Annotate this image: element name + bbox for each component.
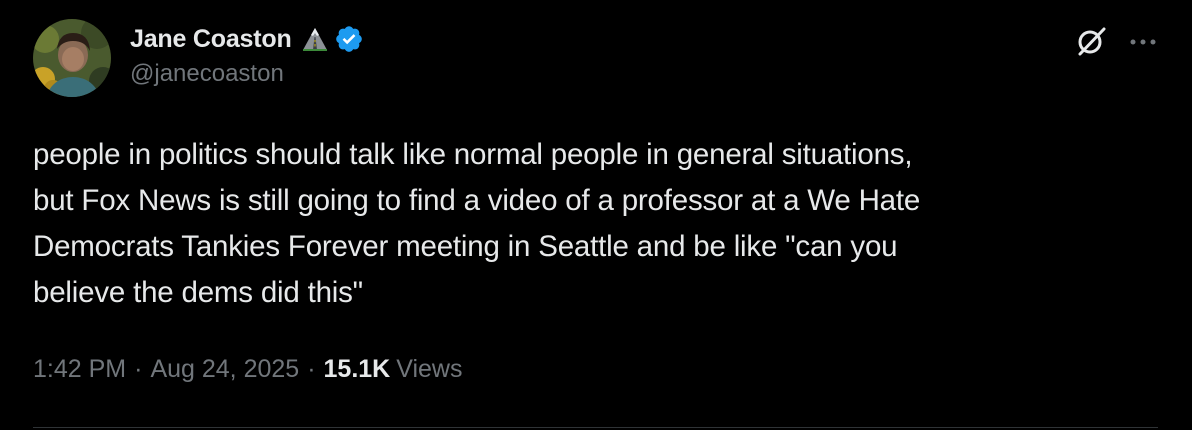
verified-check-icon[interactable] (334, 24, 364, 54)
divider (33, 427, 1158, 428)
tweet-time[interactable]: 1:42 PM (33, 355, 126, 384)
tweet-text: people in politics should talk like norm… (33, 138, 921, 309)
views-label: Views (396, 355, 463, 383)
name-row: Jane Coaston (130, 20, 364, 58)
tweet-header: Jane Coaston @janecoaston (130, 20, 364, 88)
tweet-meta: 1:42 PM · Aug 24, 2025 · 15.1K Views (33, 355, 462, 384)
user-handle[interactable]: @janecoaston (130, 60, 364, 88)
tweet-date[interactable]: Aug 24, 2025 (150, 355, 299, 384)
display-name[interactable]: Jane Coaston (130, 25, 292, 54)
avatar[interactable] (33, 19, 111, 97)
meta-separator: · (134, 355, 143, 383)
views-count: 15.1K (323, 355, 391, 383)
mountain-road-emoji-icon (301, 25, 329, 53)
more-options-icon[interactable] (1128, 34, 1160, 45)
meta-separator: · (307, 355, 316, 383)
tweet-card: Jane Coaston @janecoaston people in poli… (0, 0, 1192, 430)
grok-icon[interactable] (1075, 25, 1107, 57)
